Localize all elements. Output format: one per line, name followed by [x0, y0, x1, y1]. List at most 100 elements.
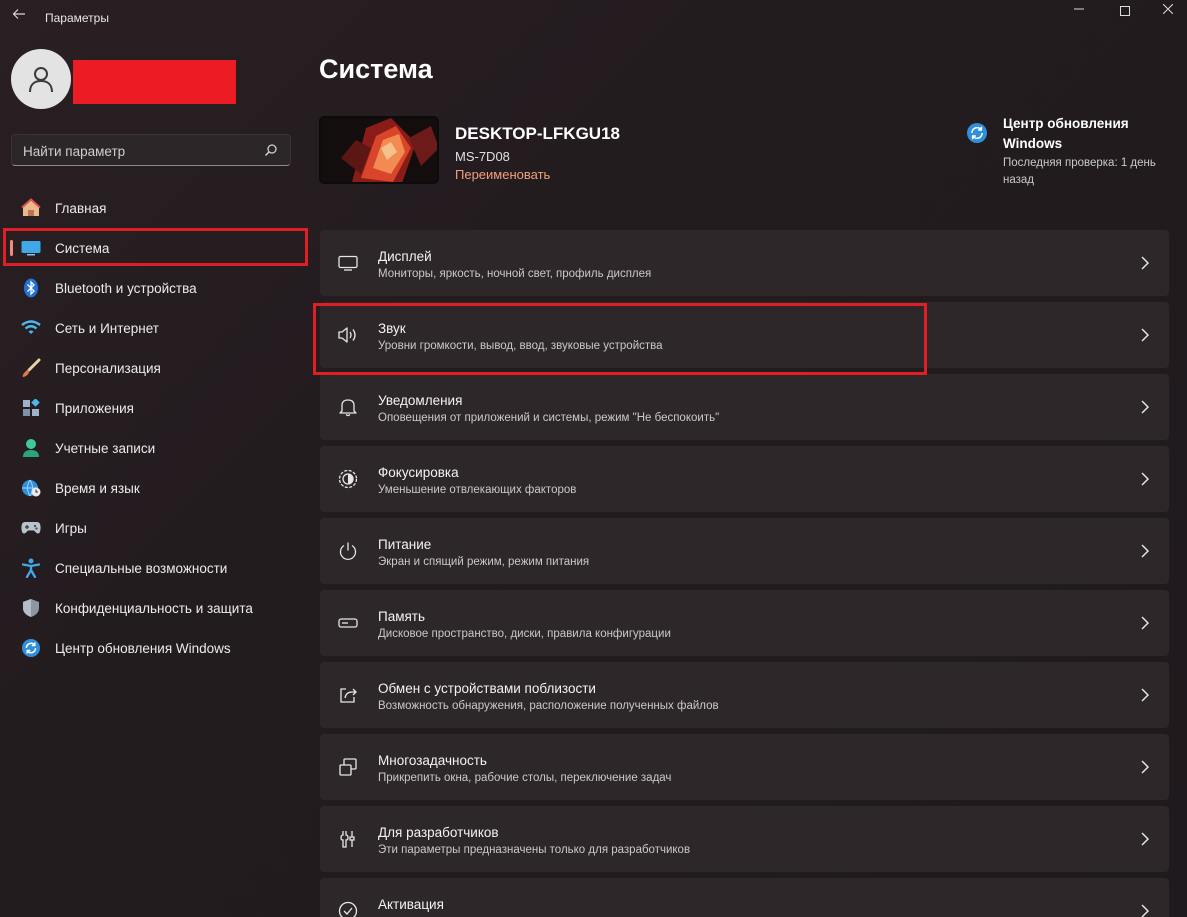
- gamepad-icon: [21, 518, 41, 538]
- card-subtitle: Эти параметры предназначены только для р…: [378, 844, 691, 856]
- chevron-right-icon: [1141, 328, 1150, 342]
- windows-update-last-check: Последняя проверка: 1 день назад: [1003, 157, 1156, 186]
- user-avatar[interactable]: [11, 49, 71, 109]
- sidebar-item-bluetooth[interactable]: Bluetooth и устройства: [0, 268, 310, 308]
- wifi-icon: [21, 318, 41, 338]
- card-notifications[interactable]: Уведомления Оповещения от приложений и с…: [320, 374, 1169, 440]
- search-icon: [264, 144, 277, 157]
- chevron-right-icon: [1141, 544, 1150, 558]
- card-title: Питание: [378, 537, 432, 552]
- sidebar-item-label: Учетные записи: [55, 440, 156, 456]
- sidebar-item-label: Bluetooth и устройства: [55, 280, 197, 296]
- sidebar-item-windows-update[interactable]: Центр обновления Windows: [0, 628, 310, 668]
- activation-check-icon: [337, 900, 359, 917]
- sidebar-item-home[interactable]: Главная: [0, 188, 310, 228]
- back-arrow-icon[interactable]: [8, 6, 30, 28]
- bell-icon: [337, 396, 359, 418]
- device-model: MS-7D08: [455, 149, 510, 164]
- focus-icon: [337, 468, 359, 490]
- maximize-button[interactable]: [1102, 0, 1148, 20]
- card-multitasking[interactable]: Многозадачность Прикрепить окна, рабочие…: [320, 734, 1169, 800]
- user-icon: [29, 67, 53, 93]
- sidebar-item-apps[interactable]: Приложения: [0, 388, 310, 428]
- sidebar-item-label: Конфиденциальность и защита: [55, 600, 253, 616]
- card-developers[interactable]: Для разработчиков Эти параметры предназн…: [320, 806, 1169, 872]
- card-title: Многозадачность: [378, 753, 487, 768]
- sidebar-item-label: Приложения: [55, 400, 134, 416]
- sidebar-item-label: Время и язык: [55, 480, 140, 496]
- globe-clock-icon: [21, 478, 41, 498]
- title-bar: Параметры: [0, 0, 1187, 36]
- bluetooth-icon: [21, 278, 41, 298]
- chevron-right-icon: [1141, 832, 1150, 846]
- redacted-username: [73, 60, 236, 104]
- search-placeholder: Найти параметр: [23, 144, 126, 159]
- card-power[interactable]: Питание Экран и спящий режим, режим пита…: [320, 518, 1169, 584]
- sidebar-item-label: Сеть и Интернет: [55, 320, 159, 336]
- window-title: Параметры: [45, 11, 109, 25]
- card-display[interactable]: Дисплей Мониторы, яркость, ночной свет, …: [320, 230, 1169, 296]
- card-title: Дисплей: [378, 249, 432, 264]
- card-title: Активация: [378, 897, 444, 912]
- sidebar-item-label: Центр обновления Windows: [55, 640, 231, 656]
- card-title: Обмен с устройствами поблизости: [378, 681, 596, 696]
- developer-tools-icon: [337, 828, 359, 850]
- card-title: Фокусировка: [378, 465, 459, 480]
- device-wallpaper-thumbnail: [319, 116, 439, 184]
- display-monitor-icon: [337, 252, 359, 274]
- chevron-right-icon: [1141, 256, 1150, 270]
- home-icon: [21, 198, 41, 218]
- sidebar-item-gaming[interactable]: Игры: [0, 508, 310, 548]
- close-button[interactable]: [1145, 0, 1187, 20]
- minimize-button[interactable]: [1056, 0, 1102, 20]
- card-subtitle: Возможность обнаружения, расположение по…: [378, 700, 719, 712]
- card-title: Уведомления: [378, 393, 463, 408]
- chevron-right-icon: [1141, 472, 1150, 486]
- page-title: Система: [319, 54, 433, 84]
- sidebar-item-accessibility[interactable]: Специальные возможности: [0, 548, 310, 588]
- brush-icon: [21, 358, 41, 378]
- device-name: DESKTOP-LFKGU18: [455, 124, 620, 143]
- apps-grid-icon: [21, 398, 41, 418]
- sidebar-item-label: Персонализация: [55, 360, 161, 376]
- card-subtitle: Экран и спящий режим, режим питания: [378, 556, 590, 568]
- card-subtitle: Мониторы, яркость, ночной свет, профиль …: [378, 268, 652, 280]
- card-storage[interactable]: Память Дисковое пространство, диски, пра…: [320, 590, 1169, 656]
- chevron-right-icon: [1141, 760, 1150, 774]
- card-title: Память: [378, 609, 426, 624]
- chevron-right-icon: [1141, 400, 1150, 414]
- update-sync-icon: [21, 638, 41, 658]
- card-nearby-sharing[interactable]: Обмен с устройствами поблизости Возможно…: [320, 662, 1169, 728]
- sidebar-item-label: Игры: [55, 520, 87, 536]
- chevron-right-icon: [1141, 688, 1150, 702]
- card-subtitle: Дисковое пространство, диски, правила ко…: [378, 628, 671, 640]
- card-subtitle: Уменьшение отвлекающих факторов: [378, 484, 577, 496]
- storage-drive-icon: [337, 612, 359, 634]
- rename-link[interactable]: Переименовать: [455, 167, 550, 182]
- card-subtitle: Прикрепить окна, рабочие столы, переключ…: [378, 772, 672, 784]
- sidebar-item-privacy[interactable]: Конфиденциальность и защита: [0, 588, 310, 628]
- multitasking-windows-icon: [337, 756, 359, 778]
- sidebar-item-label: Главная: [55, 200, 107, 216]
- search-input[interactable]: Найти параметр: [11, 134, 291, 166]
- sound-highlight-box: [313, 303, 927, 375]
- card-focus[interactable]: Фокусировка Уменьшение отвлекающих факто…: [320, 446, 1169, 512]
- sidebar-item-time-language[interactable]: Время и язык: [0, 468, 310, 508]
- maximize-icon: [1120, 5, 1130, 16]
- sidebar-item-network[interactable]: Сеть и Интернет: [0, 308, 310, 348]
- card-title: Для разработчиков: [378, 825, 499, 840]
- windows-update-title[interactable]: Центр обновления Windows: [1003, 114, 1173, 154]
- chevron-right-icon: [1141, 616, 1150, 630]
- share-icon: [337, 684, 359, 706]
- account-person-icon: [21, 438, 41, 458]
- power-icon: [337, 540, 359, 562]
- accessibility-icon: [21, 558, 41, 578]
- sidebar-item-label: Специальные возможности: [55, 560, 228, 576]
- sidebar-item-accounts[interactable]: Учетные записи: [0, 428, 310, 468]
- card-subtitle: Оповещения от приложений и системы, режи…: [378, 412, 720, 424]
- card-activation[interactable]: Активация: [320, 878, 1169, 917]
- sidebar-item-personalization[interactable]: Персонализация: [0, 348, 310, 388]
- shield-icon: [21, 598, 41, 618]
- system-highlight-box: [3, 228, 308, 266]
- windows-update-icon[interactable]: [966, 122, 988, 144]
